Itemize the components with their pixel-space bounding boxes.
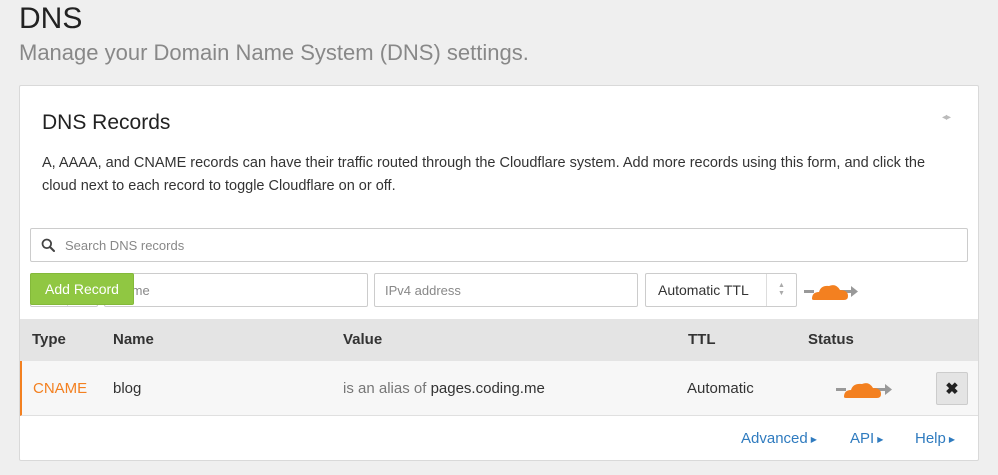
close-icon: ✖ [945, 380, 959, 398]
column-header-value: Value [343, 331, 383, 348]
api-link-label: API [850, 430, 875, 447]
alias-target: pages.coding.me [430, 380, 545, 397]
cloud-proxy-icon[interactable] [804, 279, 858, 308]
search-input[interactable] [65, 229, 967, 261]
advanced-link-label: Advanced [741, 430, 808, 447]
search-icon [31, 238, 65, 252]
table-header: Type Name Value TTL Status [20, 319, 978, 361]
column-header-name: Name [113, 331, 154, 348]
table-row: CNAME blog is an alias of pages.coding.m… [20, 361, 978, 416]
record-type[interactable]: CNAME [33, 380, 87, 397]
help-link-label: Help [915, 430, 946, 447]
card-description: A, AAAA, and CNAME records can have thei… [42, 155, 926, 194]
advanced-link[interactable]: Advanced ▶ [741, 430, 817, 447]
record-value[interactable]: is an alias of pages.coding.me [343, 380, 545, 397]
caret-right-icon: ▶ [948, 434, 956, 444]
ttl-value: Automatic TTL [658, 282, 749, 298]
record-value-input[interactable] [374, 273, 638, 307]
dns-records-card: ◂▸ DNS Records A, AAAA, and CNAME record… [19, 85, 979, 461]
api-link[interactable]: API ▶ [850, 430, 883, 447]
page-title: DNS [19, 2, 83, 35]
expand-arrows-icon[interactable]: ◂▸ [942, 112, 951, 123]
cloud-proxy-icon[interactable] [836, 378, 892, 406]
alias-prefix: is an alias of [343, 380, 427, 397]
record-name-input[interactable] [104, 273, 368, 307]
caret-right-icon: ▶ [810, 434, 817, 444]
column-header-status: Status [808, 331, 854, 348]
search-box[interactable] [30, 228, 968, 262]
column-header-type: Type [32, 331, 66, 348]
record-name[interactable]: blog [113, 380, 141, 397]
add-record-button[interactable]: Add Record [30, 273, 134, 305]
column-header-ttl: TTL [688, 331, 716, 348]
help-link[interactable]: Help ▶ [915, 430, 955, 447]
page-subtitle: Manage your Domain Name System (DNS) set… [19, 40, 529, 65]
caret-right-icon: ▶ [877, 434, 884, 444]
ttl-select[interactable]: Automatic TTL ▲ ▼ [645, 273, 797, 307]
record-ttl[interactable]: Automatic [687, 380, 754, 397]
delete-record-button[interactable]: ✖ [936, 372, 968, 405]
select-arrows-icon: ▲▼ [766, 274, 796, 306]
card-title: DNS Records [42, 111, 171, 134]
